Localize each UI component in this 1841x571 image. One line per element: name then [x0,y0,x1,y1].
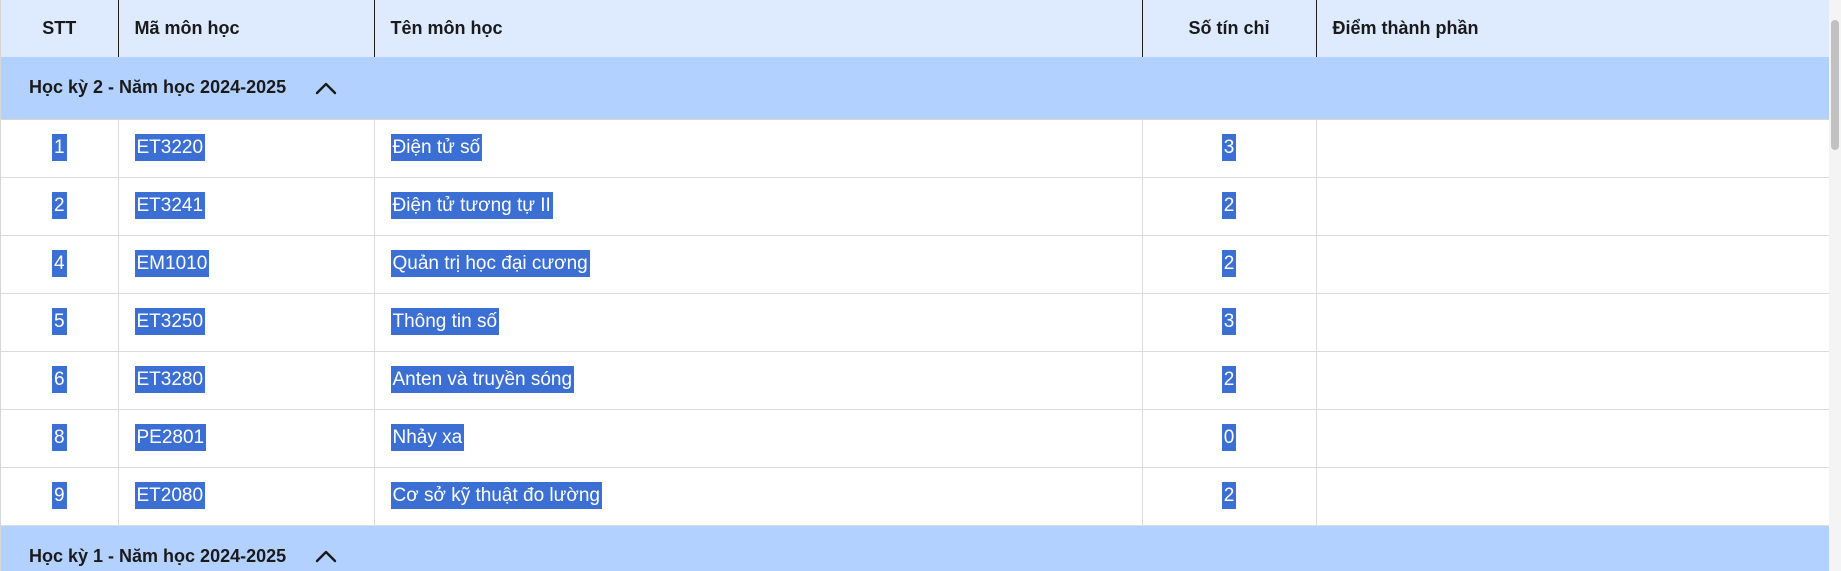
cell-credits: 2 [1142,235,1317,294]
vertical-scrollbar[interactable] [1829,0,1841,571]
course-row[interactable]: 5 ET3250 Thông tin số 3 [1,293,1830,352]
course-row[interactable]: 1 ET3220 Điện tử số 3 [1,119,1830,178]
cell-code: ET3241 [118,177,375,236]
course-code-text: ET2080 [134,482,206,509]
cell-code: ET2080 [118,467,375,526]
course-row[interactable]: 6 ET3280 Anten và truyền sóng 2 [1,351,1830,410]
cell-name: Nhảy xa [374,409,1143,468]
cell-stt: 2 [1,177,119,236]
cell-credits: 2 [1142,467,1317,526]
column-header-name[interactable]: Tên môn học [374,0,1143,57]
scrollbar-thumb[interactable] [1831,20,1839,150]
cell-stt: 6 [1,351,119,410]
cell-code: ET3280 [118,351,375,410]
cell-name: Điện tử số [374,119,1143,178]
cell-credits: 3 [1142,119,1317,178]
stt-text: 9 [51,482,67,509]
cell-name: Quản trị học đại cương [374,235,1143,294]
column-header-credits[interactable]: Số tín chỉ [1142,0,1317,57]
cell-code: PE2801 [118,409,375,468]
course-code-text: ET3250 [134,308,206,335]
cell-name: Điện tử tương tự II [374,177,1143,236]
cell-name: Cơ sở kỹ thuật đo lường [374,467,1143,526]
course-name-text: Điện tử số [390,134,483,161]
course-code-text: EM1010 [134,250,210,277]
cell-score [1316,467,1830,526]
cell-name: Anten và truyền sóng [374,351,1143,410]
cell-score [1316,351,1830,410]
credits-text: 2 [1221,192,1237,219]
cell-score [1316,293,1830,352]
stt-text: 5 [51,308,67,335]
course-row[interactable]: 4 EM1010 Quản trị học đại cương 2 [1,235,1830,294]
stt-text: 2 [51,192,67,219]
column-header-stt[interactable]: STT [1,0,119,57]
cell-score [1316,409,1830,468]
cell-credits: 2 [1142,351,1317,410]
course-name-text: Cơ sở kỹ thuật đo lường [390,482,602,509]
course-row[interactable]: 8 PE2801 Nhảy xa 0 [1,409,1830,468]
course-name-text: Điện tử tương tự II [390,192,553,219]
cell-stt: 9 [1,467,119,526]
grades-table-container: STT Mã môn học Tên môn học Số tín chỉ Đi… [0,0,1830,571]
cell-stt: 4 [1,235,119,294]
chevron-up-icon[interactable] [312,77,340,99]
course-name-text: Anten và truyền sóng [390,366,575,393]
course-name-text: Nhảy xa [390,424,465,451]
course-code-text: ET3280 [134,366,206,393]
cell-code: ET3220 [118,119,375,178]
credits-text: 3 [1221,134,1237,161]
credits-text: 2 [1221,250,1237,277]
table-body: Học kỳ 2 - Năm học 2024-2025 1 ET3220 Điện … [1,57,1830,571]
cell-credits: 3 [1142,293,1317,352]
cell-score [1316,177,1830,236]
credits-text: 0 [1221,424,1237,451]
cell-credits: 2 [1142,177,1317,236]
cell-code: EM1010 [118,235,375,294]
semester-group-label: Học kỳ 1 - Năm học 2024-2025 [29,545,287,566]
stt-text: 8 [51,424,67,451]
credits-text: 2 [1221,366,1237,393]
course-row[interactable]: 2 ET3241 Điện tử tương tự II 2 [1,177,1830,236]
cell-stt: 1 [1,119,119,178]
cell-code: ET3250 [118,293,375,352]
grades-viewport: STT Mã môn học Tên môn học Số tín chỉ Đi… [0,0,1841,571]
table-header: STT Mã môn học Tên môn học Số tín chỉ Đi… [1,0,1830,57]
credits-text: 2 [1221,482,1237,509]
grades-table: STT Mã môn học Tên môn học Số tín chỉ Đi… [1,0,1830,571]
cell-stt: 5 [1,293,119,352]
stt-text: 6 [51,366,67,393]
column-header-score[interactable]: Điểm thành phần [1316,0,1830,57]
chevron-up-icon[interactable] [312,545,340,567]
cell-credits: 0 [1142,409,1317,468]
semester-group-row[interactable]: Học kỳ 2 - Năm học 2024-2025 [1,57,1830,120]
course-code-text: PE2801 [134,424,207,451]
course-code-text: ET3241 [134,192,206,219]
cell-stt: 8 [1,409,119,468]
semester-group-row[interactable]: Học kỳ 1 - Năm học 2024-2025 [1,525,1830,571]
stt-text: 4 [51,250,67,277]
course-name-text: Thông tin số [390,308,500,335]
course-row[interactable]: 9 ET2080 Cơ sở kỹ thuật đo lường 2 [1,467,1830,526]
semester-group-label: Học kỳ 2 - Năm học 2024-2025 [29,77,287,98]
cell-name: Thông tin số [374,293,1143,352]
column-header-code[interactable]: Mã môn học [118,0,375,57]
stt-text: 1 [51,134,67,161]
course-name-text: Quản trị học đại cương [390,250,590,277]
cell-score [1316,235,1830,294]
credits-text: 3 [1221,308,1237,335]
course-code-text: ET3220 [134,134,206,161]
cell-score [1316,119,1830,178]
